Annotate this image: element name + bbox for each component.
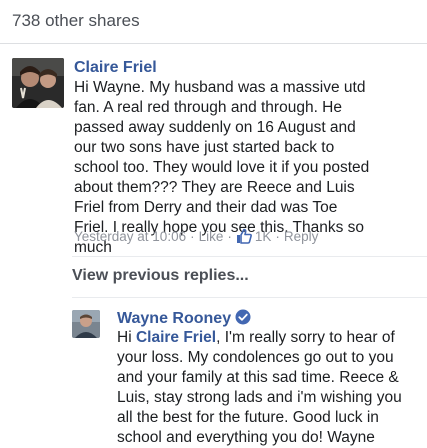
- separator-dot: ·: [275, 228, 280, 244]
- reply-author[interactable]: Wayne Rooney: [117, 310, 231, 327]
- comment-timestamp[interactable]: Yesterday at 10:06: [74, 229, 186, 244]
- separator-dot: ·: [227, 228, 232, 244]
- comment-actions: Yesterday at 10:06 · Like · 1K · Reply: [74, 228, 318, 244]
- divider: [72, 256, 427, 257]
- avatar[interactable]: [72, 310, 100, 338]
- shares-header[interactable]: 738 other shares: [0, 0, 427, 44]
- reply-author-row: Wayne Rooney: [117, 309, 251, 328]
- like-reaction-icon[interactable]: [236, 228, 252, 244]
- separator-dot: ·: [190, 228, 195, 244]
- shares-count-label[interactable]: 738 other shares: [12, 11, 140, 31]
- verified-badge-icon: [235, 309, 251, 325]
- reply-text-rest: , I'm really sorry to hear of your loss.…: [117, 329, 402, 446]
- reply-text: Hi Claire Friel, I'm really sorry to hea…: [117, 328, 417, 448]
- reply-text-start: Hi: [117, 329, 136, 346]
- view-previous-replies-link[interactable]: View previous replies...: [72, 267, 249, 285]
- avatar[interactable]: [12, 58, 64, 108]
- comment-author[interactable]: Claire Friel: [74, 59, 157, 77]
- reply-link[interactable]: Reply: [284, 229, 319, 244]
- like-link[interactable]: Like: [199, 229, 224, 244]
- mention-link[interactable]: Claire Friel: [136, 329, 216, 346]
- divider: [72, 297, 427, 298]
- reaction-count[interactable]: 1K: [255, 229, 272, 244]
